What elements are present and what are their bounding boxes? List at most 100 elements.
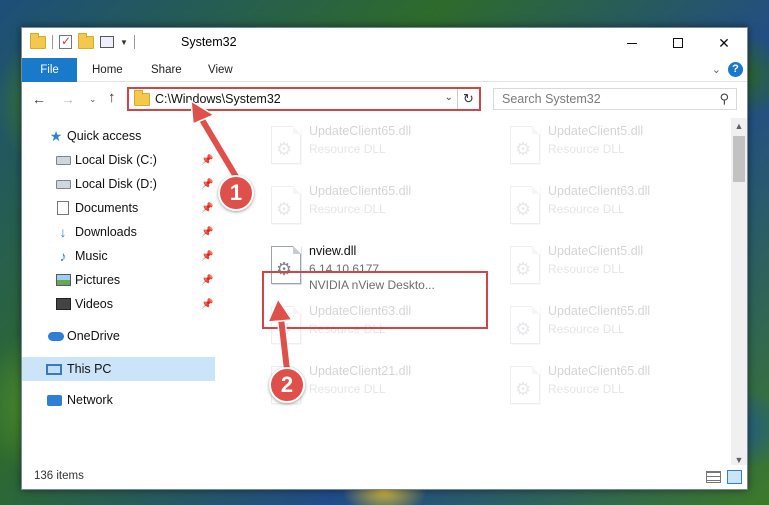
tab-share[interactable]: Share <box>137 58 196 82</box>
search-input[interactable]: Search System32 ⚲ <box>493 88 737 110</box>
forward-button[interactable]: → <box>61 91 75 107</box>
close-button[interactable]: ✕ <box>701 28 747 58</box>
search-icon[interactable]: ⚲ <box>719 91 729 107</box>
gear-icon: ⚙ <box>276 139 293 159</box>
tiles-view-icon[interactable] <box>727 470 742 484</box>
sidebar-item-onedrive[interactable]: OneDrive <box>22 325 215 347</box>
file-name: UpdateClient65.dll <box>548 364 651 378</box>
qat-dropdown-icon[interactable]: ▼ <box>120 38 128 47</box>
close-icon: ✕ <box>718 34 730 51</box>
pin-icon[interactable]: 📌 <box>201 179 213 190</box>
file-tile[interactable]: ⚙ UpdateClient63.dll Resource DLL <box>261 300 491 356</box>
tab-view[interactable]: View <box>194 58 247 82</box>
gear-icon: ⚙ <box>515 259 532 279</box>
file-tile[interactable]: ⚙ UpdateClient63.dll Resource DLL <box>500 180 730 236</box>
file-description: Resource DLL <box>548 322 625 336</box>
window-title: System32 <box>181 35 237 49</box>
address-path[interactable]: C:\Windows\System32 <box>155 92 281 106</box>
pin-icon[interactable]: 📌 <box>201 203 213 214</box>
address-dropdown-icon[interactable]: ⌄ <box>445 92 453 103</box>
file-tile-nview-dll[interactable]: ⚙ nview.dll 6.14.10.6177 NVIDIA nView De… <box>261 240 491 296</box>
pin-icon[interactable]: 📌 <box>201 155 213 166</box>
sidebar-item-local-disk-c[interactable]: Local Disk (C:) 📌 <box>22 149 215 171</box>
dll-file-icon: ⚙ <box>271 126 301 164</box>
tab-home[interactable]: Home <box>78 58 137 82</box>
sidebar-item-pictures[interactable]: Pictures 📌 <box>22 269 215 291</box>
sidebar-item-label: Downloads <box>75 225 137 239</box>
file-description: Resource DLL <box>309 382 386 396</box>
customize-view-icon[interactable] <box>100 36 114 48</box>
sidebar-item-quick-access[interactable]: ★ Quick access <box>22 125 215 147</box>
sidebar-item-label: Network <box>67 393 113 407</box>
dll-file-icon: ⚙ <box>271 246 301 284</box>
sidebar-item-label: Local Disk (D:) <box>75 177 157 191</box>
sidebar-item-network[interactable]: Network <box>22 389 215 411</box>
properties-check-icon[interactable] <box>59 34 72 49</box>
file-tile[interactable]: ⚙ UpdateClient65.dll Resource DLL <box>500 300 730 356</box>
vertical-scrollbar[interactable]: ▲ ▼ <box>731 118 747 468</box>
dll-file-icon: ⚙ <box>510 246 540 284</box>
documents-icon <box>57 201 69 215</box>
gear-icon: ⚙ <box>515 199 532 219</box>
expand-ribbon-icon[interactable]: ⌄ <box>712 63 721 76</box>
file-tile[interactable]: ⚙ UpdateClient65.dll Resource DLL <box>500 360 730 416</box>
up-button[interactable]: ↑ <box>108 89 116 106</box>
sidebar-item-label: Pictures <box>75 273 121 287</box>
dll-file-icon: ⚙ <box>271 306 301 344</box>
file-name: UpdateClient65.dll <box>309 184 412 198</box>
sidebar-item-downloads[interactable]: ↓ Downloads 📌 <box>22 221 215 243</box>
sidebar-item-local-disk-d[interactable]: Local Disk (D:) 📌 <box>22 173 215 195</box>
file-name: UpdateClient5.dll <box>548 244 644 258</box>
sidebar-item-label: This PC <box>67 362 112 376</box>
minimize-button[interactable] <box>609 28 655 58</box>
navigation-pane: ★ Quick access Local Disk (C:) 📌 Local D… <box>22 118 215 468</box>
maximize-button[interactable] <box>655 28 701 58</box>
file-name: nview.dll <box>309 244 357 258</box>
quick-access-toolbar: ▼ <box>30 32 135 49</box>
recent-locations-icon[interactable]: ⌄ <box>89 94 97 105</box>
scroll-up-icon[interactable]: ▲ <box>731 118 747 134</box>
scroll-thumb[interactable] <box>733 136 745 182</box>
pin-icon[interactable]: 📌 <box>201 227 213 238</box>
pin-icon[interactable]: 📌 <box>201 251 213 262</box>
sidebar-item-videos[interactable]: Videos 📌 <box>22 293 215 315</box>
file-description: Resource DLL <box>309 322 386 336</box>
help-icon[interactable]: ? <box>728 62 743 77</box>
dll-file-icon: ⚙ <box>271 186 301 224</box>
onedrive-icon <box>48 331 64 341</box>
tab-file[interactable]: File <box>22 58 77 82</box>
drive-icon <box>55 155 71 165</box>
file-tile[interactable]: ⚙ UpdateClient5.dll Resource DLL <box>500 240 730 296</box>
pin-icon[interactable]: 📌 <box>201 299 213 310</box>
file-description: NVIDIA nView Deskto... <box>309 278 435 292</box>
address-bar[interactable]: C:\Windows\System32 ⌄ ↻ <box>127 87 481 111</box>
file-tile[interactable]: ⚙ UpdateClient5.dll Resource DLL <box>500 120 730 176</box>
pictures-icon <box>55 274 71 286</box>
back-button[interactable]: ← <box>32 91 46 107</box>
file-tile[interactable]: ⚙ UpdateClient65.dll Resource DLL <box>261 120 491 176</box>
star-icon: ★ <box>49 127 63 144</box>
file-name: UpdateClient21.dll <box>309 364 412 378</box>
sidebar-item-music[interactable]: ♪ Music 📌 <box>22 245 215 267</box>
file-description: Resource DLL <box>548 382 625 396</box>
item-count: 136 items <box>34 470 84 482</box>
file-tile[interactable]: ⚙ UpdateClient65.dll Resource DLL <box>261 180 491 236</box>
file-description: Resource DLL <box>548 142 625 156</box>
gear-icon: ⚙ <box>276 259 293 279</box>
sidebar-item-this-pc[interactable]: This PC <box>22 357 215 381</box>
file-name: UpdateClient65.dll <box>309 124 412 138</box>
dll-file-icon: ⚙ <box>510 366 540 404</box>
details-view-icon[interactable] <box>706 471 721 483</box>
new-folder-icon[interactable] <box>78 32 94 49</box>
refresh-icon[interactable]: ↻ <box>457 89 479 109</box>
file-explorer-window: ▼ System32 ✕ File Home Share View ⌄ ? ← … <box>21 27 748 490</box>
step-2-badge: 2 <box>269 367 305 403</box>
search-placeholder: Search System32 <box>502 92 601 106</box>
sidebar-item-label: OneDrive <box>67 329 120 343</box>
pin-icon[interactable]: 📌 <box>201 275 213 286</box>
sidebar-item-documents[interactable]: Documents 📌 <box>22 197 215 219</box>
sidebar-item-label: Local Disk (C:) <box>75 153 157 167</box>
maximize-icon <box>673 38 683 48</box>
status-bar: 136 items <box>22 465 747 489</box>
gear-icon: ⚙ <box>515 319 532 339</box>
